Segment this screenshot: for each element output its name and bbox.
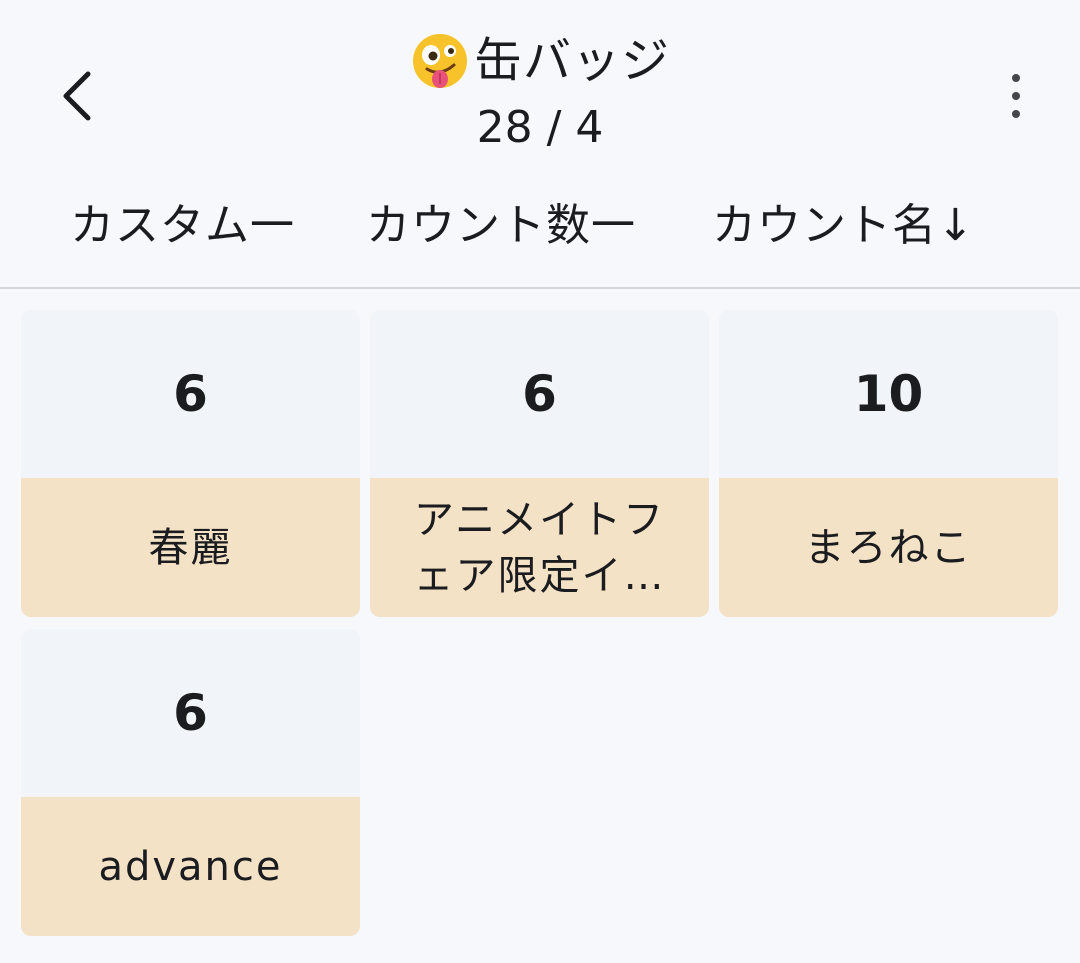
card-name-area: まろねこ — [719, 478, 1058, 617]
more-options-button[interactable] — [986, 66, 1046, 126]
count-card[interactable]: 6 アニメイトフェア限定イ… — [370, 310, 709, 617]
card-name-area: advance — [21, 797, 360, 936]
sort-custom-button[interactable]: カスタム一 — [70, 190, 295, 262]
count-card[interactable]: 10 まろねこ — [719, 310, 1058, 617]
card-name: advance — [98, 843, 283, 890]
card-name: アニメイトフェア限定イ… — [413, 496, 666, 599]
app-bar: 缶バッジ 28 / 4 — [0, 0, 1080, 180]
item-count-subtitle: 28 / 4 — [476, 102, 604, 153]
card-name: 春麗 — [148, 524, 233, 571]
card-count: 10 — [719, 310, 1058, 478]
card-count: 6 — [370, 310, 709, 478]
sort-bar: カスタム一 カウント数一 カウント名↓ — [0, 190, 1080, 262]
card-name-area: 春麗 — [21, 478, 360, 617]
more-vert-icon — [1012, 74, 1020, 118]
card-name-area: アニメイトフェア限定イ… — [370, 478, 709, 617]
zany-face-emoji — [412, 34, 467, 88]
sort-name-button[interactable]: カウント名↓ — [712, 190, 975, 262]
count-card[interactable]: 6 春麗 — [21, 310, 360, 617]
title-area: 缶バッジ 28 / 4 — [240, 26, 840, 156]
card-count: 6 — [21, 629, 360, 797]
card-name: まろねこ — [804, 524, 973, 571]
title-row: 缶バッジ — [240, 26, 840, 96]
sort-count-button[interactable]: カウント数一 — [366, 190, 636, 262]
card-count: 6 — [21, 310, 360, 478]
header-divider — [0, 287, 1080, 289]
chevron-left-icon — [63, 71, 91, 121]
count-card[interactable]: 6 advance — [21, 629, 360, 936]
back-button[interactable] — [40, 56, 112, 136]
page-title: 缶バッジ — [473, 33, 670, 89]
